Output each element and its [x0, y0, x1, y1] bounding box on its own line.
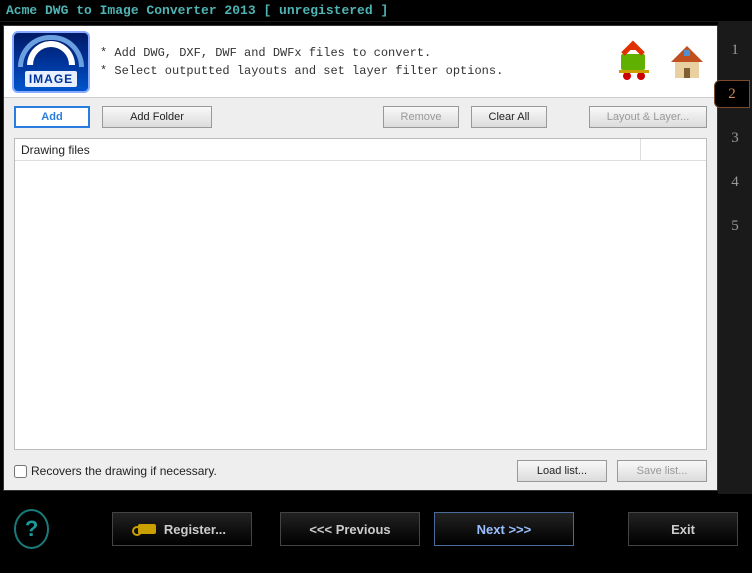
- hint-line-2: * Select outputted layouts and set layer…: [100, 62, 607, 80]
- remove-button[interactable]: Remove: [383, 106, 459, 128]
- app-logo: IMAGE: [12, 31, 90, 93]
- logo-text: IMAGE: [25, 71, 77, 87]
- exit-button[interactable]: Exit: [628, 512, 738, 546]
- register-label: Register...: [164, 522, 226, 537]
- recover-checkbox-label: Recovers the drawing if necessary.: [31, 464, 217, 478]
- column-header-drawing-files[interactable]: Drawing files: [21, 143, 640, 157]
- step-4[interactable]: 4: [718, 160, 752, 204]
- file-list-table[interactable]: Drawing files: [14, 138, 707, 450]
- step-rail: 1 2 3 4 5: [718, 22, 752, 494]
- step-3[interactable]: 3: [718, 116, 752, 160]
- window-titlebar: Acme DWG to Image Converter 2013 [ unreg…: [0, 0, 752, 22]
- save-list-button[interactable]: Save list...: [617, 460, 707, 482]
- register-button[interactable]: Register...: [112, 512, 252, 546]
- key-icon: [138, 524, 156, 534]
- hint-line-1: * Add DWG, DXF, DWF and DWFx files to co…: [100, 44, 607, 62]
- layout-layer-button[interactable]: Layout & Layer...: [589, 106, 707, 128]
- previous-button[interactable]: <<< Previous: [280, 512, 420, 546]
- step-5[interactable]: 5: [718, 204, 752, 248]
- recover-checkbox[interactable]: Recovers the drawing if necessary.: [14, 464, 217, 478]
- header-strip: IMAGE * Add DWG, DXF, DWF and DWFx files…: [4, 26, 717, 98]
- step-2[interactable]: 2: [714, 80, 750, 108]
- hint-text: * Add DWG, DXF, DWF and DWFx files to co…: [96, 44, 607, 80]
- add-folder-button[interactable]: Add Folder: [102, 106, 212, 128]
- load-list-button[interactable]: Load list...: [517, 460, 607, 482]
- step-1[interactable]: 1: [718, 28, 752, 72]
- next-button[interactable]: Next >>>: [434, 512, 574, 546]
- home-icon[interactable]: [665, 40, 709, 84]
- add-button[interactable]: Add: [14, 106, 90, 128]
- column-header-blank[interactable]: [640, 139, 700, 160]
- cart-icon[interactable]: [613, 40, 657, 84]
- recover-checkbox-input[interactable]: [14, 465, 27, 478]
- clear-all-button[interactable]: Clear All: [471, 106, 547, 128]
- footer-bar: ? Register... <<< Previous Next >>> Exit: [0, 494, 752, 564]
- window-title: Acme DWG to Image Converter 2013 [ unreg…: [6, 3, 388, 18]
- help-button[interactable]: ?: [14, 509, 49, 549]
